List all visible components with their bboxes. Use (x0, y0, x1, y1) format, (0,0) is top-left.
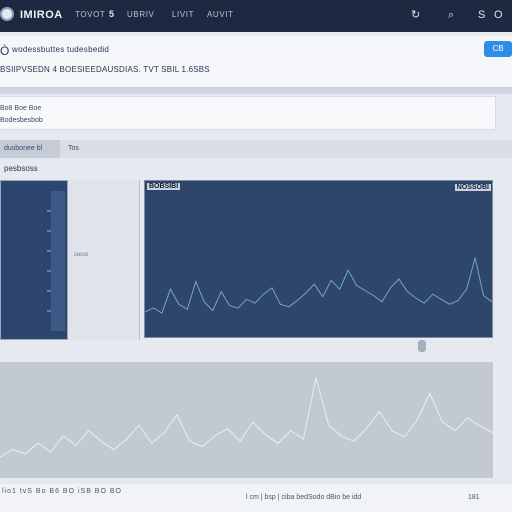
header-panel: Ò wodessbuttes tudesbedid BSIIPVSEDN 4 B… (0, 36, 512, 88)
main-series-line (145, 257, 492, 314)
header-action-button[interactable]: CB (484, 41, 512, 57)
settings-icon[interactable]: O (494, 8, 503, 22)
tab-2[interactable]: Tos (64, 140, 512, 158)
mode-icon[interactable]: Ò (0, 44, 9, 58)
status-left-text: lio1 tvS Bo B6 BO iSB BO BO (2, 488, 122, 495)
filter-text-2: Bodesbesbob (0, 117, 43, 124)
search-icon[interactable]: ⌕ (448, 8, 454, 22)
main-chart[interactable]: BOBSIBI NOSSOBI (144, 180, 493, 338)
brand-name: IMIROA (20, 9, 63, 21)
section-divider (0, 88, 512, 94)
status-bar: lio1 tvS Bo B6 BO iSB BO BO l cm | bsp |… (0, 484, 512, 512)
nav-item-2[interactable]: 5 (109, 9, 115, 19)
left-panel-column (51, 191, 65, 331)
lower-chart[interactable] (0, 362, 494, 478)
main-chart-title: BOBSIBI (147, 183, 181, 190)
status-middle-text: l cm | bsp | ciba bedSodo dBio be idd (246, 494, 362, 501)
refresh-icon[interactable]: ↻ (411, 8, 420, 22)
nav-item-3[interactable]: UBRIV (127, 10, 154, 19)
nav-item-4[interactable]: LIVIT (172, 10, 194, 19)
middle-panel-label: iaeso (74, 252, 89, 258)
top-navigation-bar: IMIROA TOVOT 5 UBRIV LIVIT AUVIT ↻ ⌕ S O (0, 0, 512, 32)
panel-subtitle: BSIIPVSEDN 4 BOESIEEDAUSDIAS. TVT SBIL 1… (0, 65, 210, 74)
main-chart-plot (145, 257, 492, 314)
left-metric-panel (0, 180, 68, 340)
nav-item-5[interactable]: AUVIT (207, 10, 234, 19)
lower-series-line (0, 377, 494, 458)
filter-text-1: Bo8 Boe Boe (0, 105, 42, 112)
tab-bar: dusbonee bl Tos (0, 140, 512, 158)
left-panel-graphic (47, 191, 65, 331)
main-chart-legend: NOSSOBI (454, 184, 491, 191)
panel-title: wodessbuttes tudesbedid (12, 45, 110, 54)
middle-panel: iaeso (68, 180, 140, 340)
user-icon[interactable]: S (478, 8, 485, 22)
nav-item-1[interactable]: TOVOT (75, 10, 105, 19)
lower-chart-plot (0, 377, 494, 458)
chart-scroll-handle[interactable] (418, 340, 426, 352)
status-right-text: 181 (468, 494, 480, 501)
section-label: pesbsoss (4, 164, 38, 173)
app-logo[interactable] (0, 7, 14, 21)
filter-box[interactable]: Bo8 Boe Boe Bodesbesbob (0, 96, 496, 130)
tab-1[interactable]: dusbonee bl (0, 140, 60, 158)
